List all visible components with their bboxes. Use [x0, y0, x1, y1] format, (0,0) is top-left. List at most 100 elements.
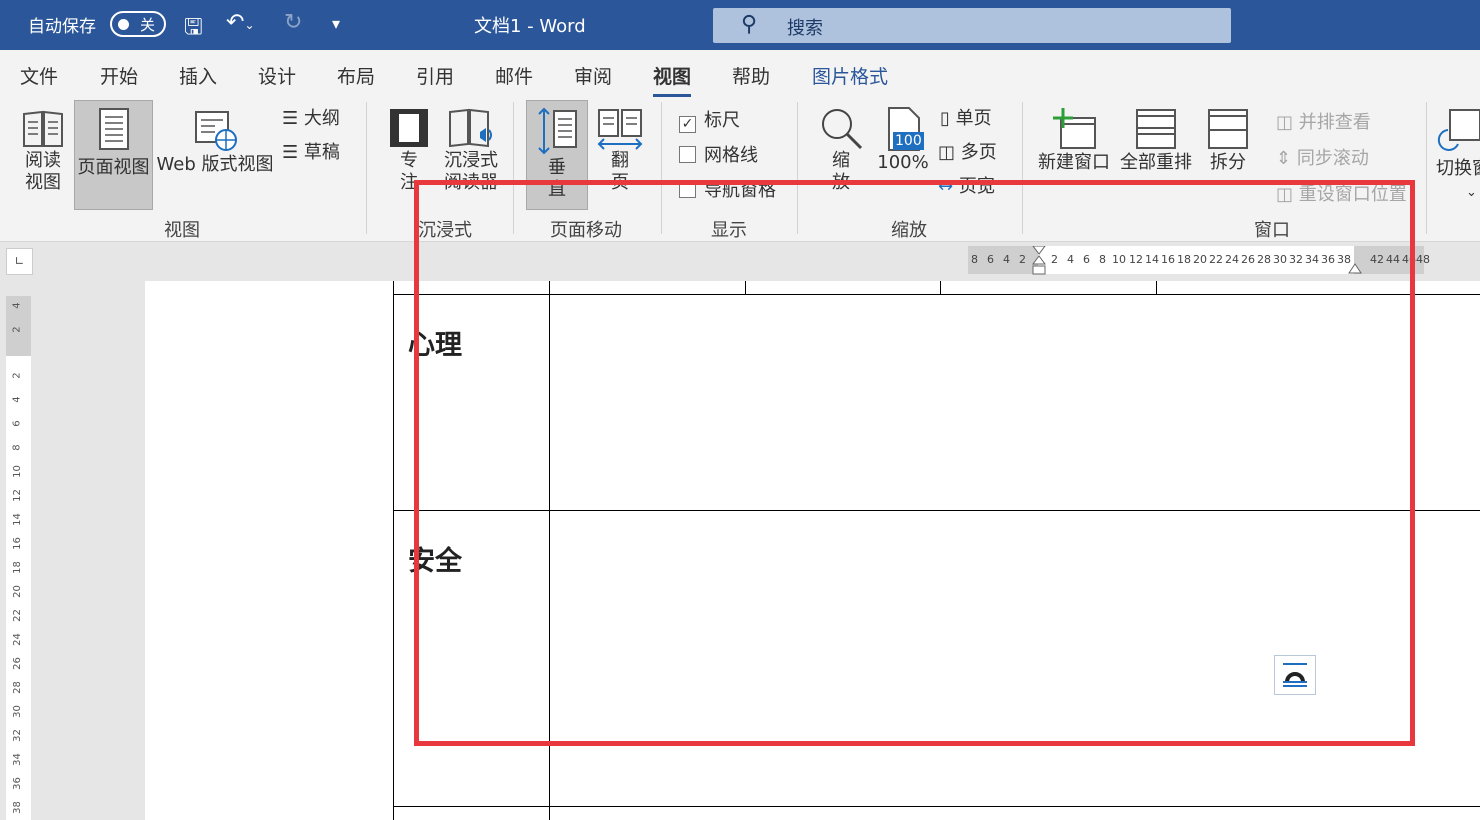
multiple-pages-label: 多页 [960, 142, 997, 163]
highlight-box [414, 180, 1415, 746]
outline-button[interactable]: ☰ 大纲 [282, 104, 340, 130]
tab-mailings[interactable]: 邮件 [495, 62, 533, 89]
gridlines-label: 网格线 [704, 145, 758, 166]
web-layout-icon [195, 111, 237, 151]
ruler-number: 20 [11, 585, 23, 598]
ruler-number: 10 [11, 465, 23, 478]
sync-scroll-button[interactable]: ⇕ 同步滚动 [1276, 144, 1369, 170]
ruler-label: 标尺 [704, 110, 740, 131]
switch-windows-button[interactable]: 切换窗 ⌄ [1436, 106, 1480, 204]
arrange-all-icon [1136, 109, 1176, 149]
search-icon: ⚲ [741, 12, 758, 37]
zoom-100-icon: 100 [881, 106, 925, 152]
draft-label: 草稿 [303, 142, 340, 163]
ruler-number: 12 [11, 489, 23, 502]
vertical-scroll-icon [538, 107, 577, 155]
zoom-100-button[interactable]: 100 100% [874, 106, 932, 174]
tab-view[interactable]: 视图 [653, 62, 692, 97]
ruler-number: 26 [11, 657, 23, 670]
redo-icon[interactable]: ↻ [284, 10, 302, 35]
read-mode-button[interactable]: 阅读 视图 [16, 106, 70, 194]
toggle-knob [118, 19, 129, 30]
tab-home[interactable]: 开始 [100, 62, 138, 89]
zoom-icon [822, 109, 863, 150]
web-layout-button[interactable]: Web 版式视图 [156, 106, 274, 176]
side-to-side-label-1: 翻 [611, 150, 629, 171]
print-layout-button[interactable]: 页面视图 [74, 100, 153, 210]
customize-qat-icon[interactable]: ▾ [332, 14, 340, 33]
tab-references[interactable]: 引用 [416, 62, 454, 89]
ruler-number: 30 [11, 705, 23, 718]
ruler-number: 8 [11, 444, 23, 451]
outline-label: 大纲 [303, 108, 340, 129]
checked-checkbox-icon: ✓ [679, 116, 696, 133]
tab-picture-format[interactable]: 图片格式 [812, 62, 888, 89]
autosave-toggle[interactable]: 关 [110, 11, 166, 37]
sync-scroll-icon: ⇕ [1276, 148, 1292, 169]
zoom-label-1: 缩 [832, 150, 850, 171]
chevron-down-icon[interactable]: ⌄ [244, 18, 254, 32]
save-icon[interactable]: 🖫 [184, 10, 203, 48]
separator [366, 102, 367, 234]
new-window-label: 新建窗口 [1038, 152, 1110, 173]
ruler-number: 14 [11, 513, 23, 526]
separator [1426, 102, 1427, 234]
chevron-down-icon: ⌄ [1466, 185, 1477, 200]
search-text: 搜索 [787, 18, 823, 39]
one-page-icon: ▯ [940, 108, 950, 129]
draft-icon: ☰ [282, 142, 299, 163]
search-box[interactable]: ⚲ 搜索 [713, 8, 1231, 43]
multiple-pages-button[interactable]: ◫ 多页 [938, 138, 997, 164]
ruler-number: 2 [11, 326, 23, 333]
side-by-side-icon: ◫ [1276, 112, 1294, 133]
vertical-label-1: 垂 [548, 157, 566, 178]
ruler-number: 34 [11, 753, 23, 766]
title-bar: 自动保存 关 🖫 ↶⌄ ↻ ▾ 文档1 - Word ⚲ 搜索 [0, 0, 1480, 50]
arrange-all-button[interactable]: 全部重排 [1118, 106, 1194, 174]
new-window-button[interactable]: 新建窗口 [1036, 106, 1112, 174]
tab-file[interactable]: 文件 [20, 62, 58, 89]
tab-help[interactable]: 帮助 [732, 62, 770, 89]
sync-scroll-label: 同步滚动 [1296, 148, 1369, 169]
ruler-number: 6 [11, 420, 23, 427]
views-group-label: 视图 [164, 220, 200, 241]
multiple-pages-icon: ◫ [938, 142, 956, 163]
checkbox-icon [679, 146, 696, 163]
tab-design[interactable]: 设计 [258, 62, 296, 89]
ruler-number: 22 [11, 609, 23, 622]
draft-button[interactable]: ☰ 草稿 [282, 138, 340, 164]
tab-review[interactable]: 审阅 [574, 62, 612, 89]
print-layout-label: 页面视图 [77, 157, 150, 178]
split-button[interactable]: 拆分 [1200, 106, 1256, 174]
ruler-number: 18 [11, 561, 23, 574]
one-page-button[interactable]: ▯ 单页 [940, 104, 992, 130]
outline-icon: ☰ [282, 108, 299, 129]
table-border [393, 806, 1480, 807]
gridlines-checkbox[interactable]: 网格线 [679, 141, 758, 167]
zoom-100-badge: 100 [893, 132, 924, 150]
tab-selector[interactable]: ∟ [6, 248, 33, 275]
side-to-side-icon [597, 109, 643, 150]
immersive-reader-icon [449, 108, 492, 148]
ruler-number: 28 [11, 681, 23, 694]
web-layout-label: Web 版式视图 [156, 154, 274, 175]
tab-insert[interactable]: 插入 [179, 62, 217, 89]
ruler-checkbox[interactable]: ✓ 标尺 [679, 106, 740, 133]
ruler-number: 32 [11, 729, 23, 742]
table-border [393, 281, 394, 820]
undo-icon[interactable]: ↶⌄ [226, 10, 255, 35]
ruler-number: 4 [11, 396, 23, 403]
focus-icon [390, 109, 428, 147]
split-label: 拆分 [1210, 152, 1246, 173]
switch-windows-label: 切换窗 [1436, 158, 1480, 179]
immersive-reader-label-1: 沉浸式 [444, 150, 498, 171]
arrange-all-label: 全部重排 [1120, 152, 1192, 173]
side-by-side-button[interactable]: ◫ 并排查看 [1276, 108, 1371, 134]
switch-windows-icon [1437, 109, 1480, 151]
read-mode-label-1: 阅读 [25, 150, 61, 171]
ruler-number: 38 [11, 801, 23, 814]
vertical-ruler[interactable]: 4 2 2 4 6 8 10 12 14 16 18 20 22 24 26 2… [6, 296, 31, 820]
print-layout-icon [98, 108, 129, 150]
tab-layout[interactable]: 布局 [337, 62, 375, 89]
autosave-state: 关 [140, 16, 156, 34]
